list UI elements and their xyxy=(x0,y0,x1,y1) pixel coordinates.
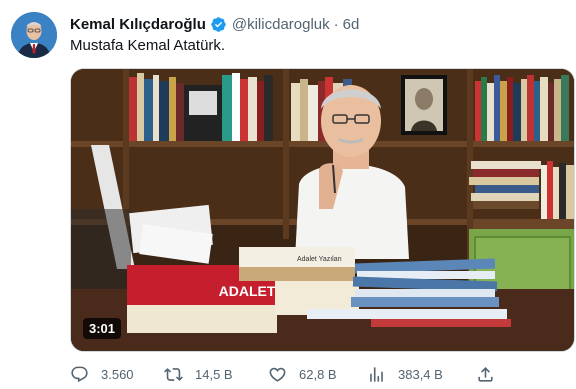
reply-button[interactable]: 3.560 xyxy=(70,362,134,386)
retweet-icon xyxy=(164,367,183,381)
author-name[interactable]: Kemal Kılıçdaroğlu xyxy=(70,16,206,33)
author-handle[interactable]: @kilicdarogluk xyxy=(232,16,330,33)
retweet-count: 14,5 B xyxy=(195,366,233,382)
reply-count: 3.560 xyxy=(101,366,134,382)
video-duration: 3:01 xyxy=(83,318,122,339)
share-icon xyxy=(478,366,493,382)
retweet-button[interactable]: 14,5 B xyxy=(164,362,233,386)
video-thumbnail: ADALET Adalet Yazıları xyxy=(71,69,574,351)
video-player[interactable]: ADALET Adalet Yazıları 3:01 xyxy=(70,68,575,352)
views-button[interactable]: 383,4 B xyxy=(367,362,443,386)
share-button[interactable] xyxy=(476,362,495,386)
heart-icon xyxy=(269,367,286,382)
tweet-text: Mustafa Kemal Atatürk. xyxy=(70,37,226,54)
views-count: 383,4 B xyxy=(398,366,443,382)
book-title-small: Adalet Yazıları xyxy=(297,256,342,263)
verified-badge-icon xyxy=(211,16,226,32)
reply-icon xyxy=(71,366,88,382)
like-button[interactable]: 62,8 B xyxy=(268,362,337,386)
like-count: 62,8 B xyxy=(299,366,337,382)
avatar[interactable] xyxy=(11,12,57,58)
action-bar: 3.560 14,5 B 62,8 B 383,4 B xyxy=(70,362,575,386)
tweet-header: Kemal Kılıçdaroğlu @kilicdarogluk · 6d xyxy=(70,14,359,34)
timestamp[interactable]: 6d xyxy=(343,16,360,33)
separator-dot: · xyxy=(333,15,339,33)
avatar-image xyxy=(11,12,57,58)
book-title: ADALET xyxy=(219,283,276,299)
views-chart-icon xyxy=(370,366,383,382)
tweet[interactable]: Kemal Kılıçdaroğlu @kilicdarogluk · 6d M… xyxy=(0,0,576,389)
